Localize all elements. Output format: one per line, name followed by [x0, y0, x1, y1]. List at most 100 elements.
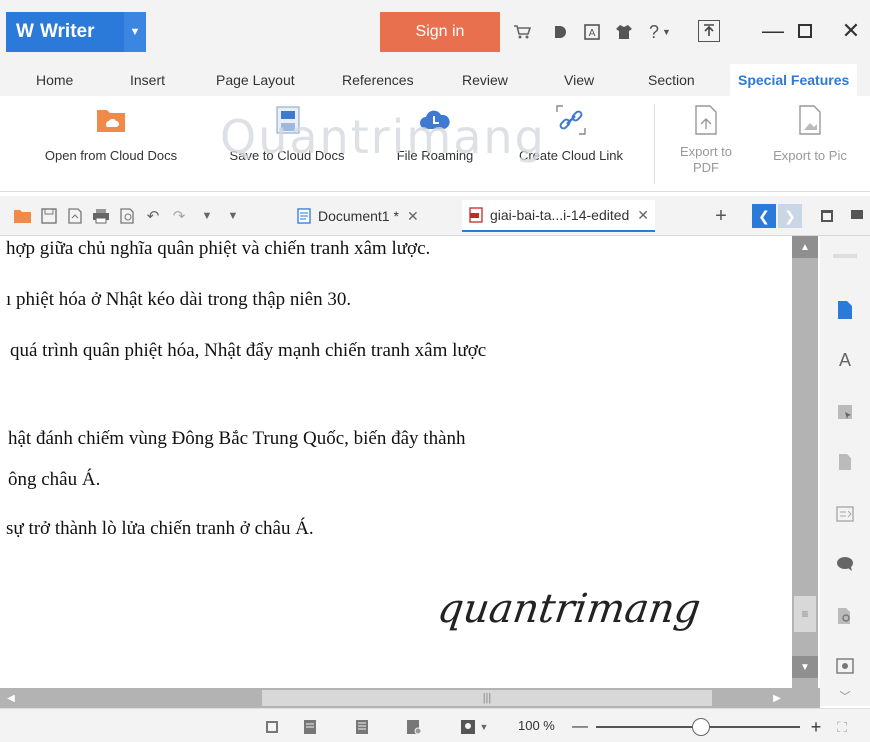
title-bar: W Writer ▼ Sign in A ? ▼ — ✕: [0, 0, 870, 64]
screenshot-icon[interactable]: [833, 654, 857, 678]
signature-image: quantrimang: [434, 586, 704, 632]
document-line: hật đánh chiếm vùng Đông Bắc Trung Quốc,…: [8, 428, 466, 449]
horizontal-scroll-thumb[interactable]: |||: [262, 690, 712, 706]
badge-icon[interactable]: A: [580, 20, 604, 44]
zoom-in-icon[interactable]: +: [806, 717, 826, 737]
export-to-pic-button[interactable]: Export to Pic: [756, 96, 864, 192]
page-view-icon[interactable]: [300, 717, 320, 737]
save-icon[interactable]: [38, 205, 60, 227]
document-page[interactable]: hợp giữa chủ nghĩa quân phiệt và chiến t…: [0, 236, 790, 688]
tab-special-features[interactable]: Special Features: [730, 64, 858, 96]
export-to-pdf-button[interactable]: Export to PDF: [666, 96, 746, 192]
tab-section[interactable]: Section: [648, 64, 695, 96]
writer-logo-icon: W: [16, 21, 34, 42]
doc-tab-giai-bai-tap[interactable]: giai-bai-ta...i-14-edited ✕: [462, 200, 656, 232]
status-bar: ▼ 100 % — + ⛶: [0, 708, 870, 742]
comment-icon[interactable]: [833, 552, 857, 576]
redo-icon[interactable]: ↷: [168, 205, 190, 227]
pdf-doc-icon: [469, 207, 483, 223]
full-screen-icon[interactable]: [262, 717, 282, 737]
ribbon-tabs: Home Insert Page Layout References Revie…: [0, 64, 870, 96]
tab-list-icon[interactable]: ▼: [222, 205, 244, 227]
zoom-level[interactable]: 100 %: [518, 718, 555, 733]
sign-in-button[interactable]: Sign in: [380, 12, 500, 52]
svg-text:A: A: [589, 28, 596, 39]
save-to-cloud-docs-button[interactable]: Save to Cloud Docs: [214, 96, 360, 192]
close-tab-icon[interactable]: ✕: [407, 208, 419, 225]
help-label: ?: [649, 21, 660, 42]
zoom-slider-handle[interactable]: [692, 718, 710, 736]
new-tab-icon[interactable]: +: [710, 205, 732, 227]
horizontal-scrollbar[interactable]: ◀ ||| ▶: [0, 688, 820, 708]
outline-view-icon[interactable]: [352, 717, 372, 737]
tab-scroll-right-icon[interactable]: ❯: [778, 204, 802, 228]
zoom-out-icon[interactable]: —: [570, 717, 590, 737]
export-to-pdf-label-line2: PDF: [693, 160, 719, 175]
open-folder-icon[interactable]: [12, 205, 34, 227]
close-tab-icon[interactable]: ✕: [637, 207, 649, 224]
doc-tab-document1[interactable]: Document1 * ✕: [290, 200, 425, 232]
open-from-cloud-docs-label: Open from Cloud Docs: [44, 148, 178, 163]
undo-icon[interactable]: ↶: [142, 205, 164, 227]
outline-icon[interactable]: [833, 502, 857, 526]
word-doc-icon: [297, 208, 311, 224]
file-roaming-button[interactable]: File Roaming: [380, 96, 490, 192]
doc-tab-label: giai-bai-ta...i-14-edited: [490, 207, 630, 223]
create-cloud-link-label: Create Cloud Link: [518, 148, 624, 163]
close-icon[interactable]: ✕: [836, 16, 866, 46]
panel-grip: [833, 254, 857, 258]
new-document-icon[interactable]: [833, 298, 857, 322]
chevron-down-icon[interactable]: ▼: [124, 12, 146, 52]
document-info-icon[interactable]: [833, 450, 857, 474]
upload-icon[interactable]: [698, 20, 720, 42]
shirt-icon[interactable]: [612, 20, 636, 44]
scroll-down-icon[interactable]: ▼: [792, 656, 818, 678]
document-line: sự trở thành lò lửa chiến tranh ở châu Á…: [6, 518, 314, 539]
ribbon-divider: [654, 104, 655, 184]
open-from-cloud-docs-button[interactable]: Open from Cloud Docs: [16, 96, 206, 192]
scroll-up-icon[interactable]: ▲: [792, 236, 818, 258]
tab-insert[interactable]: Insert: [130, 64, 165, 96]
window-mode-icon[interactable]: [816, 205, 838, 227]
tab-home[interactable]: Home: [36, 64, 73, 96]
minimize-icon[interactable]: —: [758, 16, 788, 46]
fit-window-icon[interactable]: ⛶: [832, 717, 852, 737]
web-layout-icon[interactable]: [404, 717, 424, 737]
picture-export-icon: [794, 104, 826, 136]
panel-collapse-icon[interactable]: ﹀: [833, 684, 857, 708]
document-line: hợp giữa chủ nghĩa quân phiệt và chiến t…: [6, 238, 431, 259]
skin-icon[interactable]: [548, 20, 572, 44]
document-line: ông châu Á.: [8, 469, 101, 490]
print-icon[interactable]: [90, 205, 112, 227]
cart-icon[interactable]: [510, 20, 534, 44]
eye-protection-icon[interactable]: ▼: [454, 717, 494, 737]
export-pdf-icon[interactable]: [64, 205, 86, 227]
tab-menu-icon[interactable]: [846, 205, 868, 227]
print-preview-icon[interactable]: [116, 205, 138, 227]
ribbon-panel: Open from Cloud Docs Save to Cloud Docs …: [0, 96, 870, 192]
tab-references[interactable]: References: [342, 64, 414, 96]
doc-tab-label: Document1 *: [318, 208, 399, 224]
help-chevron-icon: ▼: [662, 27, 671, 37]
create-cloud-link-button[interactable]: Create Cloud Link: [500, 96, 642, 192]
tab-page-layout[interactable]: Page Layout: [216, 64, 295, 96]
app-menu-button[interactable]: W Writer ▼: [6, 12, 146, 52]
select-icon[interactable]: [833, 400, 857, 424]
customize-toolbar-icon[interactable]: ▼: [196, 205, 218, 227]
tab-review[interactable]: Review: [462, 64, 508, 96]
tab-view[interactable]: View: [564, 64, 594, 96]
scroll-left-icon[interactable]: ◀: [0, 688, 22, 708]
help-icon[interactable]: ? ▼: [642, 20, 678, 44]
tab-scroll-left-icon[interactable]: ❮: [752, 204, 776, 228]
export-to-pdf-label: Export to PDF: [680, 144, 732, 176]
document-line: quá trình quân phiệt hóa, Nhật đẩy mạnh …: [10, 340, 487, 361]
scroll-right-icon[interactable]: ▶: [766, 688, 788, 708]
vertical-scroll-thumb[interactable]: ≡: [794, 596, 816, 632]
maximize-icon[interactable]: [790, 16, 820, 46]
quick-access-toolbar: ↶ ↷ ▼ ▼ Document1 * ✕ giai-bai-ta...i-14…: [0, 196, 870, 236]
cloud-save-icon: [271, 104, 303, 136]
font-style-icon[interactable]: A: [833, 348, 857, 372]
export-to-pdf-label-line1: Export to: [679, 144, 733, 159]
vertical-scrollbar[interactable]: ▲ ≡ ▼: [792, 236, 818, 688]
doc-search-icon[interactable]: [833, 604, 857, 628]
